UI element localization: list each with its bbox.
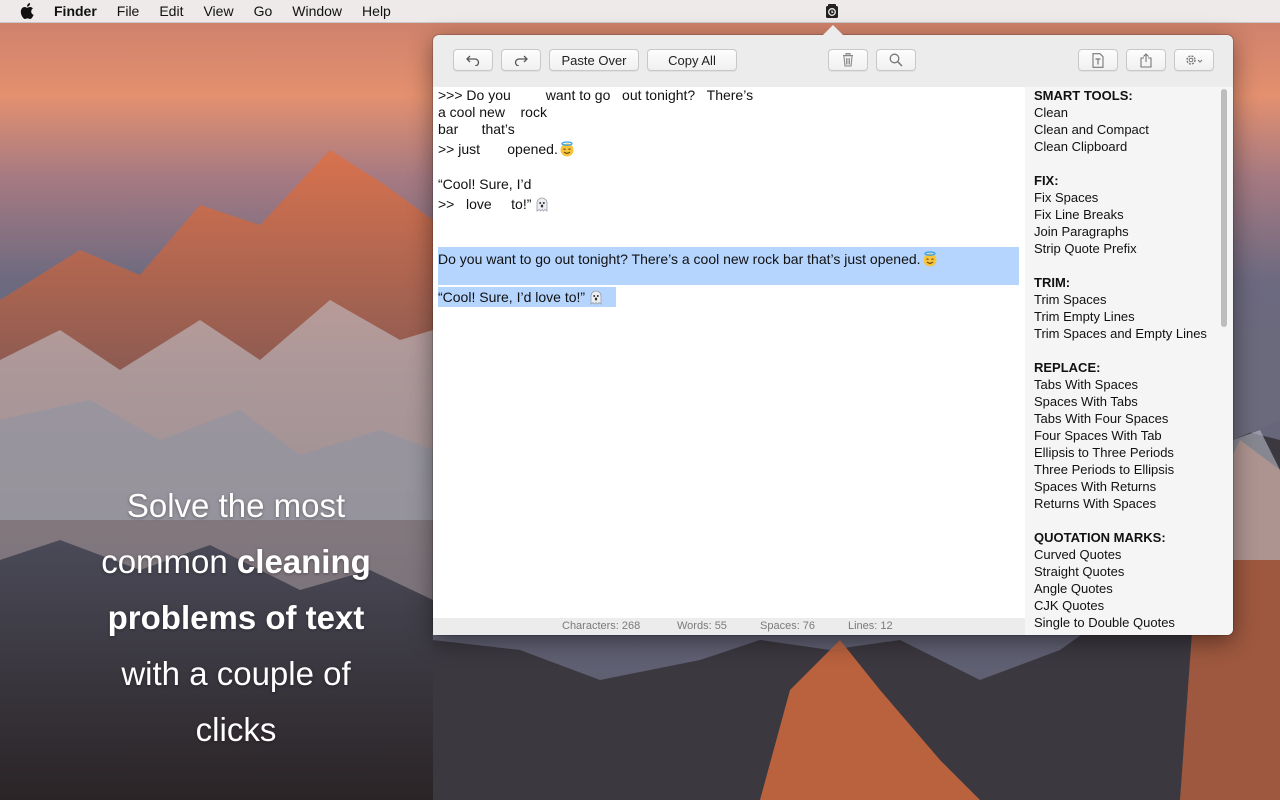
undo-button[interactable] <box>453 49 493 71</box>
tool-single-to-double-quotes[interactable]: Single to Double Quotes <box>1034 615 1175 630</box>
editor-line-selected: Do you want to go out tonight? There’s a… <box>438 251 938 268</box>
tool-angle-quotes[interactable]: Angle Quotes <box>1034 581 1113 596</box>
menu-help[interactable]: Help <box>362 0 391 22</box>
section-title-replace: REPLACE: <box>1034 360 1101 375</box>
tool-clean[interactable]: Clean <box>1034 105 1068 120</box>
editor-line: >> love to!” <box>438 196 550 213</box>
ghost-emoji-icon <box>588 289 604 305</box>
ghost-emoji-icon <box>534 196 550 212</box>
editor-line: a cool new rock <box>438 104 547 120</box>
text-editor[interactable]: >>> Do you want to go out tonight? There… <box>433 87 1025 618</box>
editor-line-text: >> love to!” <box>438 196 532 212</box>
promo-line: with a couple of <box>121 655 351 692</box>
section-title-trim: TRIM: <box>1034 275 1071 290</box>
app-status-menu-icon[interactable] <box>824 3 840 19</box>
toolbar: Paste Over Copy All <box>433 35 1233 87</box>
promo-line: problems of text <box>40 590 432 646</box>
tool-ellipsis-to-three-periods[interactable]: Ellipsis to Three Periods <box>1034 445 1174 460</box>
tools-scrollbar-thumb[interactable] <box>1221 89 1227 327</box>
apple-logo-icon[interactable] <box>20 2 38 20</box>
settings-button[interactable] <box>1174 49 1214 71</box>
tool-four-spaces-with-tab[interactable]: Four Spaces With Tab <box>1034 428 1162 443</box>
editor-line: >> just opened. <box>438 141 575 158</box>
paste-over-button[interactable]: Paste Over <box>549 49 639 71</box>
tool-trim-empty-lines[interactable]: Trim Empty Lines <box>1034 309 1135 324</box>
section-title-quotation-marks: QUOTATION MARKS: <box>1034 530 1166 545</box>
share-button[interactable] <box>1126 49 1166 71</box>
tool-spaces-with-returns[interactable]: Spaces With Returns <box>1034 479 1156 494</box>
editor-line: bar that’s <box>438 121 515 137</box>
character-count: Characters: 268 <box>562 620 641 632</box>
tool-tabs-with-spaces[interactable]: Tabs With Spaces <box>1034 377 1138 392</box>
promo-text: common <box>101 543 237 580</box>
gear-icon <box>1184 53 1204 67</box>
editor-line-text: “Cool! Sure, I’d love to!” <box>438 289 586 305</box>
menu-edit[interactable]: Edit <box>159 0 183 22</box>
menu-finder[interactable]: Finder <box>54 0 97 22</box>
editor-line: >>> Do you want to go out tonight? There… <box>438 87 754 103</box>
promo-emphasis: problems of text <box>107 599 365 636</box>
tool-spaces-with-tabs[interactable]: Spaces With Tabs <box>1034 394 1138 409</box>
tool-trim-spaces[interactable]: Trim Spaces <box>1034 292 1106 307</box>
menu-go[interactable]: Go <box>254 0 273 22</box>
word-count: Words: 55 <box>677 620 727 632</box>
tool-join-paragraphs[interactable]: Join Paragraphs <box>1034 224 1129 239</box>
smiling-halo-emoji-icon <box>559 141 575 157</box>
search-button[interactable] <box>876 49 916 71</box>
redo-icon <box>514 54 528 66</box>
menu-bar: Finder File Edit View Go Window Help <box>0 0 1280 23</box>
section-title-fix: FIX: <box>1034 173 1059 188</box>
editor-line-text: Do you want to go out tonight? There’s a… <box>438 251 921 267</box>
tool-fix-spaces[interactable]: Fix Spaces <box>1034 190 1098 205</box>
promo-line: common cleaning <box>40 534 432 590</box>
tools-sidebar: SMART TOOLS: Clean Clean and Compact Cle… <box>1025 87 1233 635</box>
redo-button[interactable] <box>501 49 541 71</box>
share-icon <box>1140 52 1152 68</box>
tool-fix-line-breaks[interactable]: Fix Line Breaks <box>1034 207 1124 222</box>
tool-clean-and-compact[interactable]: Clean and Compact <box>1034 122 1149 137</box>
tool-curved-quotes[interactable]: Curved Quotes <box>1034 547 1121 562</box>
menu-window[interactable]: Window <box>292 0 342 22</box>
trash-icon <box>842 53 854 67</box>
tool-clean-clipboard[interactable]: Clean Clipboard <box>1034 139 1127 154</box>
promo-tagline: Solve the most common cleaning problems … <box>40 478 432 758</box>
line-count: Lines: 12 <box>848 620 893 632</box>
clear-button[interactable] <box>828 49 868 71</box>
tool-returns-with-spaces[interactable]: Returns With Spaces <box>1034 496 1156 511</box>
app-popover-window: Paste Over Copy All >>> Do you want to g… <box>433 25 1233 635</box>
text-file-icon <box>1092 52 1104 68</box>
undo-icon <box>466 54 480 66</box>
section-title-smart-tools: SMART TOOLS: <box>1034 88 1133 103</box>
tool-straight-quotes[interactable]: Straight Quotes <box>1034 564 1124 579</box>
tool-strip-quote-prefix[interactable]: Strip Quote Prefix <box>1034 241 1137 256</box>
menu-file[interactable]: File <box>117 0 140 22</box>
status-bar: Characters: 268 Words: 55 Spaces: 76 Lin… <box>433 618 1025 635</box>
search-icon <box>889 53 903 67</box>
promo-line: clicks <box>195 711 277 748</box>
text-format-button[interactable] <box>1078 49 1118 71</box>
copy-all-button[interactable]: Copy All <box>647 49 737 71</box>
editor-line-selected: “Cool! Sure, I’d love to!” <box>438 289 604 306</box>
smiling-halo-emoji-icon <box>922 251 938 267</box>
editor-line-text: >> just opened. <box>438 141 558 157</box>
editor-line: “Cool! Sure, I’d <box>438 176 532 192</box>
tool-tabs-with-four-spaces[interactable]: Tabs With Four Spaces <box>1034 411 1168 426</box>
space-count: Spaces: 76 <box>760 620 816 632</box>
tool-cjk-quotes[interactable]: CJK Quotes <box>1034 598 1104 613</box>
promo-emphasis: cleaning <box>236 543 371 580</box>
menu-view[interactable]: View <box>203 0 233 22</box>
tool-three-periods-to-ellipsis[interactable]: Three Periods to Ellipsis <box>1034 462 1174 477</box>
promo-line: Solve the most <box>126 487 346 524</box>
tool-trim-spaces-and-empty-lines[interactable]: Trim Spaces and Empty Lines <box>1034 326 1207 341</box>
